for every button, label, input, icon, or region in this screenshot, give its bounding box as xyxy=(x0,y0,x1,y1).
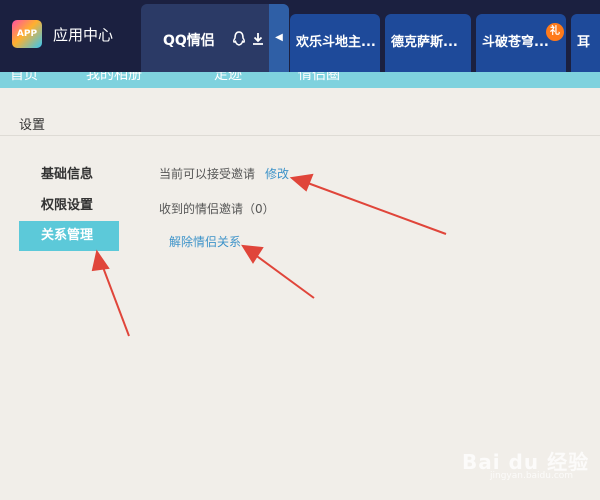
arrowhead-dissolve xyxy=(241,244,264,264)
arrowhead-modify xyxy=(289,173,314,192)
arrow-to-modify xyxy=(304,181,447,235)
baidu-watermark-url: jingyan.baidu.com xyxy=(490,471,574,481)
arrowhead-menu xyxy=(91,249,110,272)
annotation-arrows xyxy=(91,173,447,337)
arrow-to-menu xyxy=(100,261,130,337)
arrow-to-dissolve xyxy=(253,253,315,299)
